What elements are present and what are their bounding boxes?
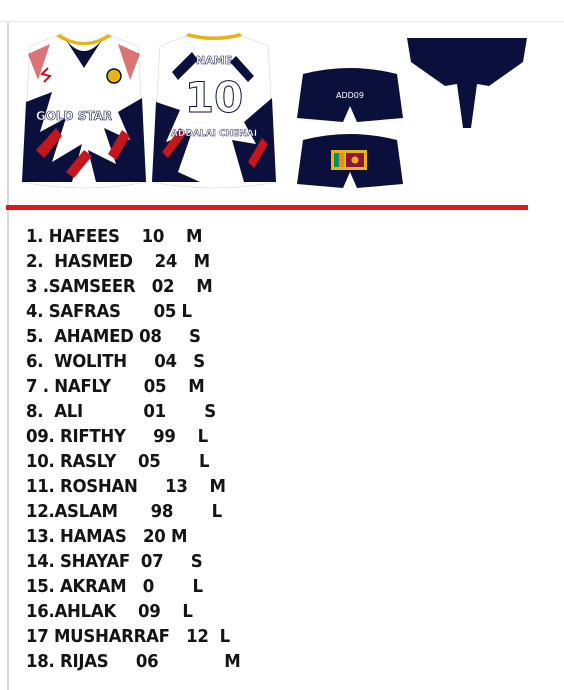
front-team-name: GOLD STAR bbox=[36, 109, 112, 123]
roster-row: 17 MUSHARRAF 12 L bbox=[26, 626, 230, 647]
roster-row: 12.ASLAM 98 L bbox=[26, 501, 222, 522]
kit-design-panel: GOLD STAR NAME 10 ADDALAI CHENAI ADD09 bbox=[10, 24, 530, 206]
shorts-back bbox=[297, 134, 403, 188]
roster-row: 13. HAMAS 20 M bbox=[26, 526, 188, 547]
roster-row: 10. RASLY 05 L bbox=[26, 451, 210, 472]
roster-row: 7 . NAFLY 05 M bbox=[26, 376, 205, 397]
red-divider bbox=[6, 205, 528, 210]
shorts-front: ADD09 bbox=[297, 68, 403, 122]
roster-row: 14. SHAYAF 07 S bbox=[26, 551, 203, 572]
track-pants bbox=[407, 38, 527, 128]
jersey-back: NAME 10 ADDALAI CHENAI bbox=[152, 33, 276, 189]
team-crest-icon bbox=[106, 68, 122, 84]
sri-lanka-flag-icon bbox=[331, 150, 367, 170]
roster-row: 1. HAFEES 10 M bbox=[26, 226, 203, 247]
top-band bbox=[0, 0, 564, 22]
roster-row: 4. SAFRAS 05 L bbox=[26, 301, 192, 322]
roster-row: 16.AHLAK 09 L bbox=[26, 601, 193, 622]
back-player-name: NAME bbox=[196, 54, 232, 67]
roster-row: 11. ROSHAN 13 M bbox=[26, 476, 226, 497]
jersey-front: GOLD STAR bbox=[22, 34, 146, 189]
roster-row: 18. RIJAS 06 M bbox=[26, 651, 241, 672]
left-margin-rule bbox=[7, 22, 9, 690]
roster-row: 09. RIFTHY 99 L bbox=[26, 426, 208, 447]
roster-row: 2. HASMED 24 M bbox=[26, 251, 210, 272]
back-player-number: 10 bbox=[185, 73, 243, 122]
roster-row: 15. AKRAM 0 L bbox=[26, 576, 203, 597]
back-sponsor-text: ADDALAI CHENAI bbox=[171, 129, 257, 139]
player-roster: 1. HAFEES 10 M 2. HASMED 24 M 3 .SAMSEER… bbox=[26, 224, 259, 674]
shorts-code: ADD09 bbox=[336, 91, 364, 100]
roster-row: 6. WOLITH 04 S bbox=[26, 351, 205, 372]
roster-row: 5. AHAMED 08 S bbox=[26, 326, 201, 347]
roster-row: 8. ALI 01 S bbox=[26, 401, 216, 422]
roster-row: 3 .SAMSEER 02 M bbox=[26, 276, 213, 297]
